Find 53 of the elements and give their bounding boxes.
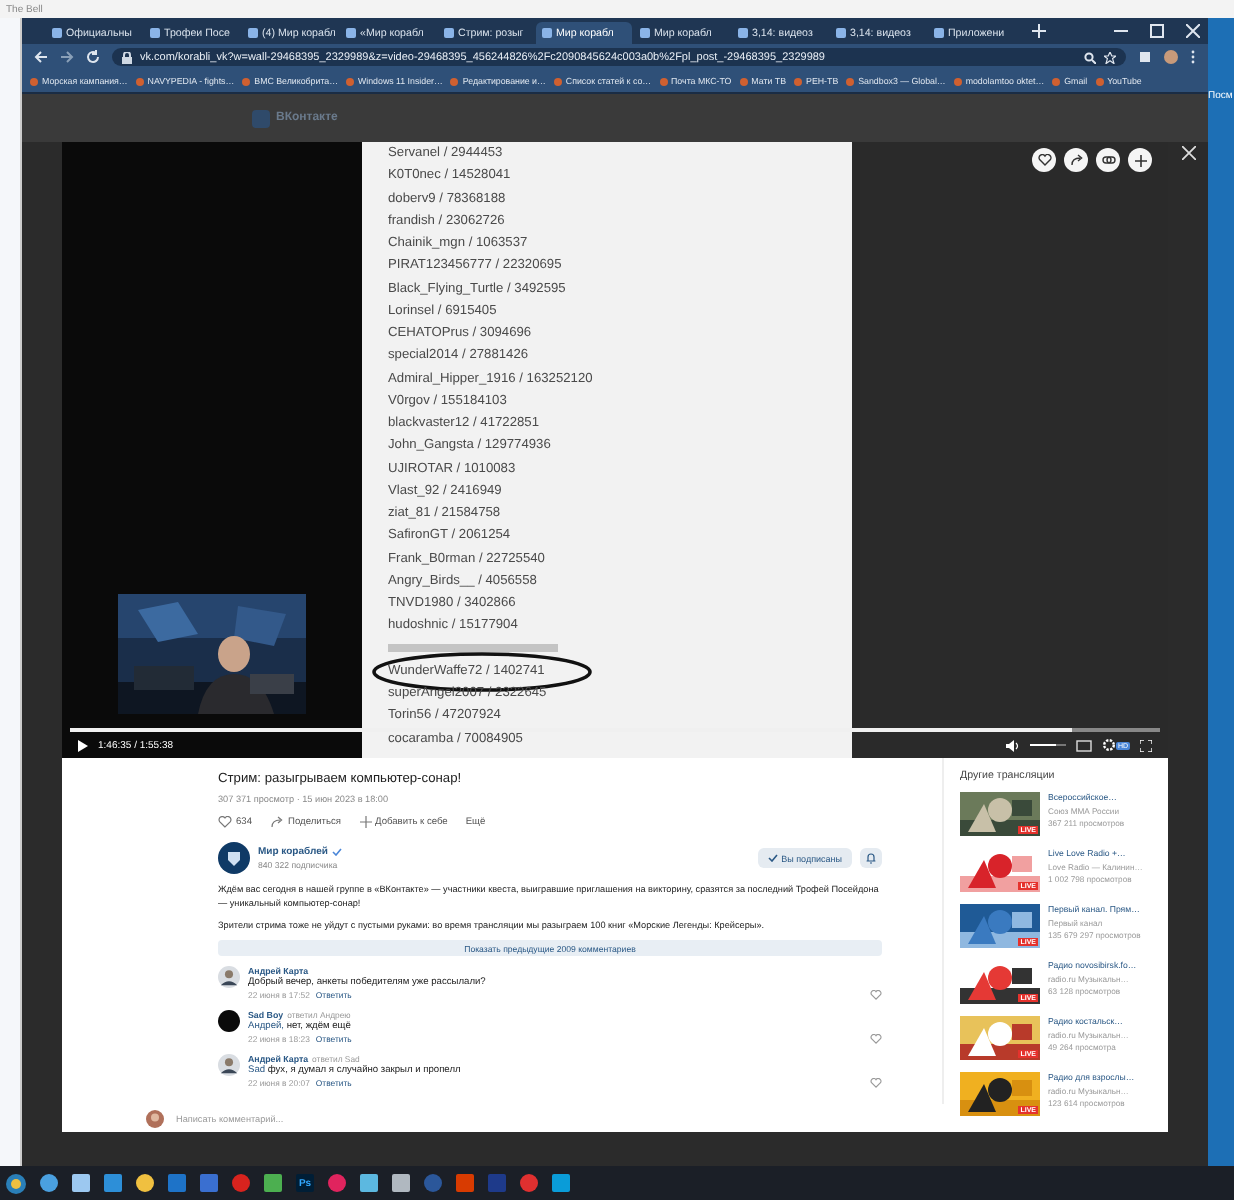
favicon-icon	[836, 28, 846, 38]
maximize-icon[interactable]	[1150, 24, 1164, 38]
fullscreen-icon[interactable]	[1140, 739, 1152, 751]
favicon-icon	[542, 28, 552, 38]
favicon-icon	[640, 28, 650, 38]
close-icon[interactable]	[1186, 24, 1200, 38]
favicon-icon	[346, 28, 356, 38]
favicon-icon	[553, 77, 562, 85]
favicon-icon	[934, 28, 944, 38]
subtitles-icon[interactable]	[1075, 739, 1092, 751]
new-tab-icon[interactable]	[1032, 24, 1046, 38]
minimize-icon[interactable]	[1114, 24, 1128, 38]
lock-icon	[122, 51, 132, 63]
favicon-icon	[659, 77, 668, 85]
check-icon	[767, 854, 778, 862]
bell-button[interactable]	[860, 848, 882, 868]
favicon-icon	[794, 77, 803, 85]
commenter-avatar[interactable]	[218, 1010, 240, 1032]
start-icon[interactable]	[6, 1173, 26, 1193]
bell-icon	[866, 852, 876, 864]
favicon-icon	[1052, 77, 1061, 85]
close-icon[interactable]	[1181, 146, 1195, 160]
commenter-avatar[interactable]	[218, 966, 240, 988]
favicon-icon	[242, 77, 251, 85]
share-icon	[270, 816, 285, 828]
favicon-icon	[150, 28, 160, 38]
heart-icon	[218, 816, 232, 828]
back-icon[interactable]	[34, 50, 48, 64]
commenter-avatar[interactable]	[218, 1054, 240, 1076]
favicon-icon	[30, 77, 38, 85]
favicon-icon	[738, 28, 748, 38]
favicon-icon	[953, 77, 962, 85]
favicon-icon	[444, 28, 454, 38]
search-icon[interactable]	[1084, 51, 1096, 63]
user-avatar	[146, 1109, 164, 1127]
menu-icon[interactable]	[1190, 50, 1196, 64]
favicon-icon	[52, 28, 62, 38]
forward-icon[interactable]	[60, 50, 74, 64]
reload-icon[interactable]	[86, 50, 100, 64]
plus-icon	[359, 816, 372, 828]
favicon-icon	[450, 77, 459, 85]
star-icon[interactable]	[1104, 51, 1116, 63]
favicon-icon	[739, 77, 748, 85]
avatar[interactable]	[1164, 50, 1178, 64]
play-icon[interactable]	[78, 739, 88, 751]
favicon-icon	[1095, 77, 1104, 85]
favicon-icon	[346, 77, 354, 85]
vk-logo-icon	[252, 109, 270, 127]
favicon-icon	[846, 77, 855, 85]
favicon-icon	[248, 28, 258, 38]
favicon-icon	[135, 77, 144, 85]
channel-avatar[interactable]	[218, 842, 250, 874]
volume-icon[interactable]	[1005, 739, 1020, 751]
